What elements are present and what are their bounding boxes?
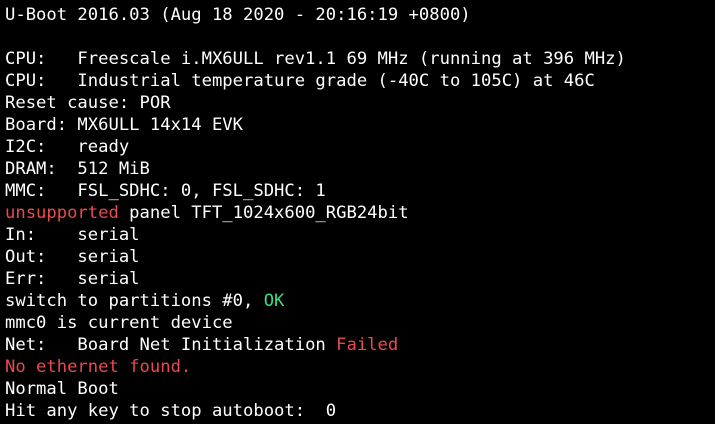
mmc-current-device-line: mmc0 is current device <box>5 313 233 333</box>
panel-description: panel TFT_1024x600_RGB24bit <box>118 203 409 223</box>
switch-partitions-line: switch to partitions #0, OK <box>5 290 715 312</box>
panel-line: unsupported panel TFT_1024x600_RGB24bit <box>5 202 715 224</box>
stdout-line: Out: serial <box>5 247 140 267</box>
net-line: Net: Board Net Initialization Failed <box>5 334 715 356</box>
stderr-line: Err: serial <box>5 269 140 289</box>
stdin-line: In: serial <box>5 225 140 245</box>
serial-terminal[interactable]: U-Boot 2016.03 (Aug 18 2020 - 20:16:19 +… <box>0 0 715 424</box>
board-line: Board: MX6ULL 14x14 EVK <box>5 115 243 135</box>
unsupported-warning: unsupported <box>5 203 119 223</box>
switch-partitions-text: switch to partitions #0, <box>5 291 264 311</box>
uboot-banner: U-Boot 2016.03 (Aug 18 2020 - 20:16:19 +… <box>5 5 471 25</box>
mmc-line: MMC: FSL_SDHC: 0, FSL_SDHC: 1 <box>5 181 326 201</box>
failed-status: Failed <box>336 335 399 355</box>
no-ethernet-line: No ethernet found. <box>5 357 192 377</box>
i2c-line: I2C: ready <box>5 137 130 157</box>
normal-boot-line: Normal Boot <box>5 379 119 399</box>
cpu-info-line: CPU: Freescale i.MX6ULL rev1.1 69 MHz (r… <box>5 49 626 69</box>
net-init-text: Net: Board Net Initialization <box>5 335 337 355</box>
dram-line: DRAM: 512 MiB <box>5 159 150 179</box>
autoboot-prompt-line: Hit any key to stop autoboot: 0 <box>5 401 337 421</box>
cpu-temperature-line: CPU: Industrial temperature grade (-40C … <box>5 71 595 91</box>
ok-status: OK <box>263 291 285 311</box>
reset-cause-line: Reset cause: POR <box>5 93 171 113</box>
